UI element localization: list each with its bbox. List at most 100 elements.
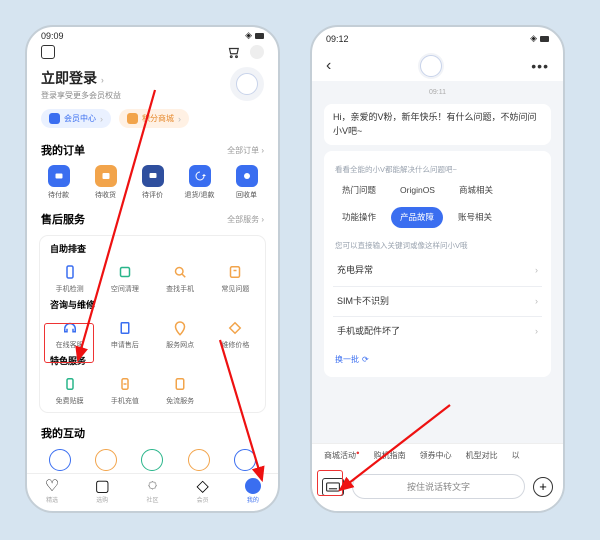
self-check-title: 自助排查 [42,242,263,259]
refresh-icon: ⟳ [362,354,369,366]
cart-icon[interactable] [226,45,240,59]
interact-1[interactable] [49,449,71,471]
chat-area: 09:11 Hi，亲爱的V粉，新年快乐！有什么问题，不妨问问小V吧~ 看看全能的… [312,81,563,443]
search-icon [171,263,189,281]
orders-more[interactable]: 全部订单 › [227,145,264,156]
more-button[interactable]: ••• [531,58,549,74]
voice-input[interactable]: 按住说话转文字 [352,474,525,499]
order-recycle[interactable]: 回收单 [223,162,270,203]
after-more[interactable]: 全部服务 › [227,214,264,225]
keyboard-icon [326,482,340,492]
bottom-nav: ♡精选 ▢选购 ◌社区 ◇会员 我的 [27,473,278,512]
chip-originos[interactable]: OriginOS [391,180,444,201]
nav-featured[interactable]: ♡精选 [44,478,60,504]
nav-shop[interactable]: ▢选购 [94,478,110,504]
orders-head: 我的订单 全部订单 › [27,134,278,162]
back-button[interactable]: ‹ [326,57,331,75]
interact-row [27,445,278,473]
chip-function[interactable]: 功能操作 [333,207,385,228]
chat-timestamp: 09:11 [324,87,551,98]
entry-pills: 会员中心› 积分商城› [27,103,278,134]
sug-4[interactable]: 机型对比 [466,450,498,461]
login-row[interactable]: 立即登录 › 登录享受更多会员权益 [27,63,278,103]
form-icon [116,319,134,337]
diamond-icon [49,113,60,124]
question-icon [226,263,244,281]
q-charging[interactable]: 充电异常› [333,256,542,286]
shield-icon [61,375,79,393]
interact-5[interactable] [234,449,256,471]
svc-clean[interactable]: 空间清理 [97,259,152,298]
svc-find[interactable]: 查找手机 [153,259,208,298]
phone-left: 09:09 ◈ 立即登录 › 登录享受更多会员权益 会员中心› 积分商城› 我的… [25,25,280,513]
order-pending-pay[interactable]: 待付款 [35,162,82,203]
svc-topup[interactable]: 手机充值 [97,371,152,410]
bot-icon [420,55,442,77]
nav-mine[interactable]: 我的 [245,478,261,504]
chat-topbar: ‹ ••• [312,47,563,81]
recycle-icon [236,165,258,187]
svc-online-cs[interactable]: 在线客服 [42,315,97,354]
topup-icon [116,375,134,393]
chip-mall[interactable]: 商城相关 [450,180,502,201]
sug-1[interactable]: 商城活动● [324,450,360,461]
refresh-button[interactable]: 换一批⟳ [333,347,542,373]
suggestion-row: 商城活动● 购机指南 领券中心 机型对比 以 [312,443,563,467]
battery-icon [540,36,549,42]
chevron-right-icon: › [535,295,538,309]
sug-2[interactable]: 购机指南 [374,450,406,461]
q-broken[interactable]: 手机或配件坏了› [333,316,542,347]
svc-apply[interactable]: 申请售后 [97,315,152,354]
message-icon[interactable] [250,45,264,59]
statusbar: 09:09 ◈ [27,27,278,41]
interact-3[interactable] [141,449,163,471]
interact-2[interactable] [95,449,117,471]
status-time-r: 09:12 [326,34,349,44]
chevron-right-icon: › [101,75,104,85]
svc-data[interactable]: 免流服务 [153,371,208,410]
avatar[interactable] [230,67,264,101]
coin-icon [127,113,138,124]
svc-film[interactable]: 免费贴膜 [42,371,97,410]
svc-location[interactable]: 服务网点 [153,315,208,354]
order-pending-receive[interactable]: 待收货 [82,162,129,203]
svc-price[interactable]: 维修价格 [208,315,263,354]
chip-account[interactable]: 账号相关 [449,207,501,228]
chip-hot[interactable]: 热门问题 [333,180,385,201]
hint2: 您可以直接输入关键词或像这样问小V哦 [333,234,542,256]
comment-icon [142,165,164,187]
chevron-right-icon: › [535,264,538,278]
orders-title: 我的订单 [41,142,85,158]
category-chips: 热门问题 OriginOS 商城相关 功能操作 产品故障 账号相关 [333,180,542,234]
sim-icon [171,375,189,393]
status-time: 09:09 [41,31,64,41]
after-head: 售后服务 全部服务 › [27,203,278,231]
bot-avatar [418,53,444,79]
status-right-r: ◈ [530,33,549,44]
input-row: 按住说话转文字 + [312,467,563,511]
add-button[interactable]: + [533,477,553,497]
order-refund[interactable]: 退货/退款 [176,162,223,203]
special-title: 特色服务 [42,354,263,371]
keyboard-toggle[interactable] [322,478,344,496]
globe-icon: ◌ [144,478,160,494]
interact-4[interactable] [188,449,210,471]
order-pending-review[interactable]: 待评价 [129,162,176,203]
wallet-icon [48,165,70,187]
chip-fault[interactable]: 产品故障 [391,207,443,228]
interact-title: 我的互动 [41,425,85,441]
broom-icon [116,263,134,281]
settings-icon[interactable] [41,45,55,59]
nav-community[interactable]: ◌社区 [144,478,160,504]
q-sim[interactable]: SIM卡不识别› [333,286,542,317]
pill-points[interactable]: 积分商城› [119,109,189,128]
sug-5[interactable]: 以 [512,450,520,461]
battery-icon [255,33,264,39]
wifi-icon: ◈ [530,33,537,44]
sug-3[interactable]: 领券中心 [420,450,452,461]
pill-member[interactable]: 会员中心› [41,109,111,128]
svc-faq[interactable]: 常见问题 [208,259,263,298]
nav-member[interactable]: ◇会员 [195,478,211,504]
status-right: ◈ [245,30,264,41]
svc-phone-check[interactable]: 手机检测 [42,259,97,298]
